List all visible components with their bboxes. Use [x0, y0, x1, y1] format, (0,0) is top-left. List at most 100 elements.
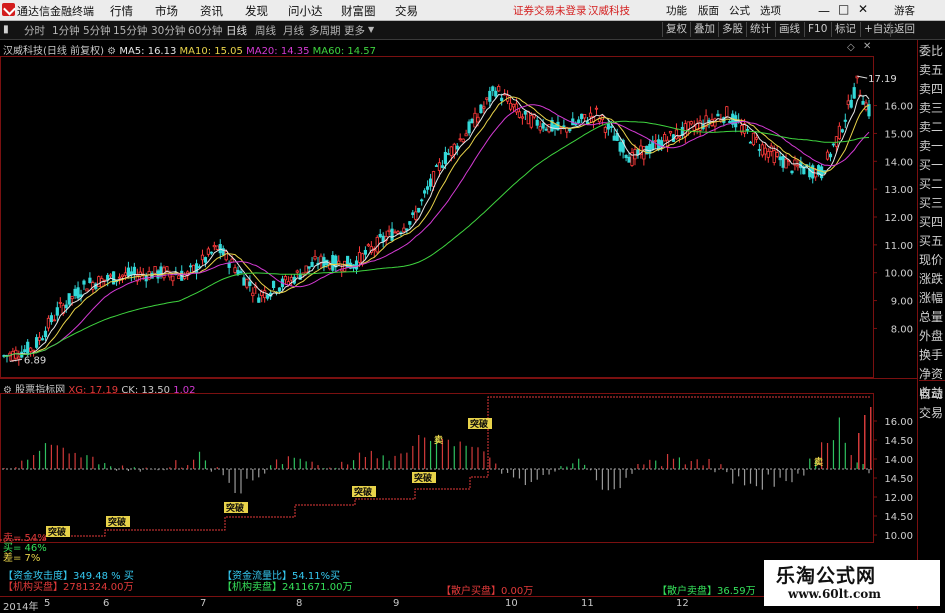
sidebar-item-trade[interactable]: 交易 — [919, 404, 945, 423]
sidebar-item-buy3[interactable]: 买三 — [919, 194, 945, 213]
candle-body — [480, 105, 482, 113]
volume-bar — [655, 461, 656, 469]
indicator-chart[interactable]: 16.0014.5014.0014.5012.0014.5010.00突破突破突… — [0, 393, 917, 543]
volume-bar — [80, 457, 81, 469]
candle-body — [832, 144, 834, 145]
retail-buy: 【散户买盘】0.00万 — [441, 582, 533, 597]
chart-close-icon[interactable]: ✕ — [863, 41, 871, 52]
sidebar-item-sell1[interactable]: 卖一 — [919, 137, 945, 156]
overlay-button[interactable]: 叠加 — [690, 22, 718, 37]
menu-item-news[interactable]: 资讯 — [200, 3, 223, 19]
watermark-url: www.60lt.com — [788, 587, 881, 601]
candle-body — [189, 266, 191, 267]
sidebar-item-weibi[interactable]: 委比 — [919, 42, 945, 61]
close-icon[interactable]: ✕ — [858, 2, 868, 16]
volume-bar — [163, 469, 164, 470]
volume-bar — [51, 445, 52, 469]
sidebar-item-buy5[interactable]: 买五 — [919, 232, 945, 251]
draw-line-button[interactable]: 画线 — [775, 22, 803, 37]
candle-body — [382, 236, 384, 241]
volume-bar — [554, 469, 555, 472]
period-tab-1min[interactable]: 1分钟 — [52, 23, 80, 38]
menu-layout[interactable]: 版面 — [698, 3, 719, 18]
maximize-icon[interactable]: □ — [838, 2, 849, 16]
candle-body — [838, 126, 840, 138]
candle-body — [776, 153, 778, 157]
sidebar-item-turnover[interactable]: 换手 — [919, 346, 945, 365]
candle-body — [678, 137, 680, 138]
menu-item-ask[interactable]: 问小达 — [288, 3, 323, 19]
sidebar-item-buy4[interactable]: 买四 — [919, 213, 945, 232]
period-tab-30min[interactable]: 30分钟 — [151, 23, 185, 38]
sidebar-item-sell3[interactable]: 卖三 — [919, 99, 945, 118]
sidebar-item-buy1[interactable]: 买一 — [919, 156, 945, 175]
sidebar-item-sell2[interactable]: 卖二 — [919, 118, 945, 137]
candle-body — [237, 270, 239, 274]
chart-shape-icon[interactable]: ◇ — [847, 42, 855, 53]
candlestick-chart[interactable]: 16.0015.0014.0013.0012.0011.0010.009.008… — [0, 56, 917, 378]
candle-body — [53, 320, 55, 321]
more-dropdown-icon[interactable]: ▼ — [368, 25, 374, 34]
time-label-10: 10 — [505, 598, 518, 609]
minimize-icon[interactable]: — — [818, 4, 830, 18]
menu-item-market[interactable]: 行情 — [110, 3, 133, 19]
menu-item-trade[interactable]: 交易 — [395, 3, 418, 19]
menu-function[interactable]: 功能 — [666, 3, 687, 18]
sidebar-item-pct[interactable]: 涨幅 — [919, 289, 945, 308]
period-tab-60min[interactable]: 60分钟 — [188, 23, 222, 38]
candle-body — [432, 171, 434, 186]
fuquan-button[interactable]: 复权 — [662, 22, 690, 37]
sidebar-item-auto[interactable]: 自动 — [919, 385, 945, 404]
f10-button[interactable]: F10 — [804, 22, 830, 37]
sidebar-item-sell4[interactable]: 卖四 — [919, 80, 945, 99]
volume-bar — [406, 453, 407, 469]
candle-body — [746, 129, 748, 130]
candle-body — [729, 121, 731, 122]
period-tab-weekly[interactable]: 周线 — [255, 23, 276, 38]
sidebar-item-price[interactable]: 现价 — [919, 251, 945, 270]
mark-button[interactable]: 标记 — [831, 22, 859, 37]
candle-body — [284, 276, 286, 279]
menu-item-wealth[interactable]: 财富圈 — [341, 3, 376, 19]
multi-stock-button[interactable]: 多股 — [718, 22, 746, 37]
period-tab-monthly[interactable]: 月线 — [283, 23, 304, 38]
stock-tab[interactable]: 汉威科技 — [588, 3, 630, 18]
candle-body — [59, 302, 61, 303]
sidebar-item-netasset[interactable]: 净资 — [919, 365, 945, 384]
period-tab-5min[interactable]: 5分钟 — [83, 23, 111, 38]
period-tab-intraday[interactable]: 分时 — [24, 23, 45, 38]
statistics-button[interactable]: 统计 — [746, 22, 774, 37]
volume-bar — [110, 466, 111, 469]
time-label-7: 7 — [200, 598, 206, 609]
candle-body — [820, 167, 822, 178]
sidebar-item-buy2[interactable]: 买二 — [919, 175, 945, 194]
menu-formula[interactable]: 公式 — [729, 3, 750, 18]
user-label[interactable]: 游客 — [894, 3, 915, 18]
menu-item-discover[interactable]: 发现 — [245, 3, 268, 19]
candle-body — [755, 138, 757, 140]
volume-bar — [548, 469, 549, 475]
menu-options[interactable]: 选项 — [760, 3, 781, 18]
sidebar-item-change[interactable]: 涨跌 — [919, 270, 945, 289]
volume-bar — [33, 455, 34, 469]
trade-login-status[interactable]: 证券交易未登录 — [513, 3, 587, 18]
volume-bar — [590, 469, 591, 470]
volume-bar — [483, 451, 484, 469]
volume-bar — [803, 469, 804, 476]
sidebar-item-outer[interactable]: 外盘 — [919, 327, 945, 346]
volume-bar — [223, 469, 224, 475]
period-tab-more[interactable]: 更多 — [344, 23, 365, 38]
menu-item-exchange[interactable]: 市场 — [155, 3, 178, 19]
period-tab-daily[interactable]: 日线 — [226, 23, 247, 38]
period-toolbar: ▮ 分时 1分钟 5分钟 15分钟 30分钟 60分钟 日线 周线 月线 多周期… — [0, 21, 945, 40]
period-tab-15min[interactable]: 15分钟 — [113, 23, 147, 38]
candle-body — [379, 234, 381, 236]
sidebar-item-volume[interactable]: 总量 — [919, 308, 945, 327]
back-button[interactable]: 返回 — [890, 22, 918, 37]
volume-bar — [246, 469, 247, 479]
sidebar-item-sell5[interactable]: 卖五 — [919, 61, 945, 80]
period-tab-multi[interactable]: 多周期 — [309, 23, 341, 38]
volume-bar — [282, 464, 283, 469]
y-tick-label: 12.00 — [884, 213, 913, 224]
candle-body — [844, 120, 846, 121]
